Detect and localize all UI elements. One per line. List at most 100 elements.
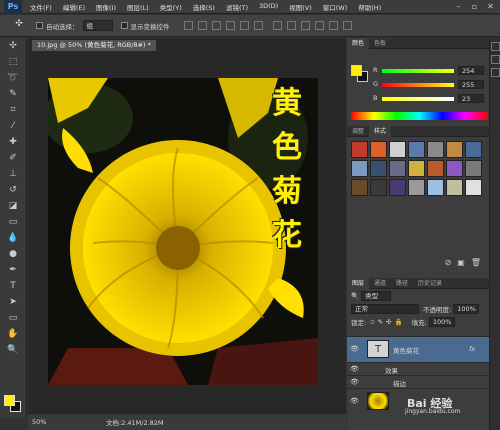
distribute-center-icon[interactable] — [328, 21, 338, 30]
align-right-icon[interactable] — [253, 21, 263, 30]
layer-row-background[interactable]: 👁 Bai 经验 jingyan.baidu.com — [347, 388, 489, 415]
align-top-icon[interactable] — [183, 21, 193, 30]
marquee-tool-icon[interactable]: ⬚ — [2, 55, 24, 70]
layer-fx-badge[interactable]: fx — [469, 345, 475, 353]
style-swatch[interactable] — [351, 141, 368, 158]
blur-tool-icon[interactable]: 💧 — [2, 231, 24, 246]
menu-view[interactable]: 视图(V) — [289, 2, 312, 12]
delete-style-icon[interactable]: 🗑 — [471, 258, 481, 270]
style-swatch[interactable] — [370, 141, 387, 158]
quick-select-tool-icon[interactable]: ✎ — [2, 87, 24, 102]
distribute-right-icon[interactable] — [342, 21, 352, 30]
fill-input[interactable]: 100% — [428, 316, 455, 327]
hand-tool-icon[interactable]: ✋ — [2, 327, 24, 342]
menu-window[interactable]: 窗口(W) — [323, 2, 348, 12]
menu-type[interactable]: 类型(Y) — [160, 2, 182, 12]
zoom-tool-icon[interactable]: 🔍 — [2, 343, 24, 358]
shape-tool-icon[interactable]: ▭ — [2, 311, 24, 326]
style-swatch[interactable] — [408, 160, 425, 177]
layer-filter-dropdown[interactable]: 类型 — [361, 290, 392, 301]
color-spectrum[interactable] — [351, 112, 488, 120]
align-middle-icon[interactable] — [197, 21, 207, 30]
tab-channels[interactable]: 通道 — [369, 278, 391, 289]
style-swatch[interactable] — [446, 141, 463, 158]
effects-eye-icon[interactable]: 👁 — [350, 365, 359, 373]
slider-b-track[interactable] — [382, 97, 454, 101]
layer-effects-row[interactable]: 👁 效果 — [347, 362, 489, 375]
style-swatch[interactable] — [427, 141, 444, 158]
tab-swatches[interactable]: 色板 — [369, 38, 391, 49]
auto-select-dropdown[interactable]: 组 — [82, 20, 113, 31]
brush-tool-icon[interactable]: ✐ — [2, 151, 24, 166]
slider-r-track[interactable] — [382, 69, 454, 73]
style-swatch[interactable] — [465, 141, 482, 158]
align-left-icon[interactable] — [225, 21, 235, 30]
menu-help[interactable]: 帮助(H) — [358, 2, 381, 12]
style-swatch[interactable] — [446, 179, 463, 196]
dodge-tool-icon[interactable]: ● — [2, 247, 24, 262]
slider-r[interactable]: R 254 — [373, 66, 488, 76]
character-panel-icon[interactable] — [490, 68, 500, 77]
style-swatch[interactable] — [427, 179, 444, 196]
style-swatch[interactable] — [351, 179, 368, 196]
menu-layer[interactable]: 图层(L) — [127, 2, 149, 12]
style-swatch[interactable] — [389, 179, 406, 196]
slider-r-value[interactable]: 254 — [458, 66, 484, 75]
distribute-bottom-icon[interactable] — [300, 21, 310, 30]
type-tool-icon[interactable]: T — [2, 279, 24, 294]
restore-icon[interactable]: ▫ — [469, 1, 480, 12]
menu-image[interactable]: 图像(I) — [96, 2, 116, 12]
slider-g-value[interactable]: 255 — [458, 80, 484, 89]
pen-tool-icon[interactable]: ✒ — [2, 263, 24, 278]
layer-row-text[interactable]: 👁 T 黄色菊花 fx — [347, 336, 489, 362]
tab-adjustments[interactable]: 调整 — [347, 126, 369, 137]
tab-paths[interactable]: 路径 — [391, 278, 413, 289]
align-bottom-icon[interactable] — [211, 21, 221, 30]
style-swatch[interactable] — [370, 179, 387, 196]
style-swatch[interactable] — [389, 141, 406, 158]
no-style-icon[interactable]: ⊘ — [445, 258, 452, 270]
menu-filter[interactable]: 滤镜(T) — [226, 2, 248, 12]
menu-file[interactable]: 文件(F) — [30, 2, 52, 12]
visibility-eye-icon[interactable]: 👁 — [350, 345, 359, 353]
foreground-color-swatch[interactable] — [4, 395, 15, 406]
panel-foreground-swatch[interactable] — [351, 65, 362, 76]
history-brush-tool-icon[interactable]: ↺ — [2, 183, 24, 198]
auto-select-checkbox[interactable] — [36, 22, 43, 29]
layer-stroke-row[interactable]: 👁 描边 — [347, 375, 489, 388]
menu-edit[interactable]: 编辑(E) — [63, 2, 85, 12]
menu-3d[interactable]: 3D(D) — [259, 2, 278, 12]
style-swatch[interactable] — [389, 160, 406, 177]
style-swatch[interactable] — [465, 160, 482, 177]
style-swatch[interactable] — [370, 160, 387, 177]
distribute-middle-icon[interactable] — [286, 21, 296, 30]
slider-g-track[interactable] — [382, 83, 454, 87]
document-tab[interactable]: 10.jpg @ 50% (黄色菊花, RGB/8#) * — [32, 40, 156, 51]
blend-mode-dropdown[interactable]: 正常 — [351, 303, 419, 314]
style-swatch[interactable] — [427, 160, 444, 177]
move-tool-icon[interactable]: ✣ — [2, 39, 24, 54]
tab-styles[interactable]: 样式 — [369, 125, 392, 137]
slider-b[interactable]: B 23 — [373, 94, 488, 104]
eyedropper-tool-icon[interactable]: ⁄ — [2, 119, 24, 134]
lasso-tool-icon[interactable]: ➰ — [2, 71, 24, 86]
style-swatch[interactable] — [351, 160, 368, 177]
style-swatch[interactable] — [408, 179, 425, 196]
style-swatch[interactable] — [446, 160, 463, 177]
move-tool-icon[interactable]: ✣ — [10, 19, 28, 33]
close-icon[interactable]: ✕ — [485, 1, 496, 12]
new-style-icon[interactable]: ▣ — [457, 258, 465, 270]
stroke-eye-icon[interactable]: 👁 — [350, 378, 359, 386]
style-swatch[interactable] — [408, 141, 425, 158]
menu-select[interactable]: 选择(S) — [193, 2, 215, 12]
show-transform-checkbox[interactable] — [120, 22, 128, 29]
properties-panel-icon[interactable] — [490, 55, 500, 64]
background-eye-icon[interactable]: 👁 — [350, 397, 359, 405]
healing-brush-tool-icon[interactable]: ✚ — [2, 135, 24, 150]
layer-name[interactable]: 黄色菊花 — [393, 345, 419, 355]
clone-stamp-tool-icon[interactable]: ⊥ — [2, 167, 24, 182]
crop-tool-icon[interactable]: ⌗ — [2, 103, 24, 118]
tab-color[interactable]: 颜色 — [347, 37, 370, 49]
history-panel-icon[interactable] — [490, 42, 500, 51]
minimize-icon[interactable]: – — [453, 1, 464, 12]
